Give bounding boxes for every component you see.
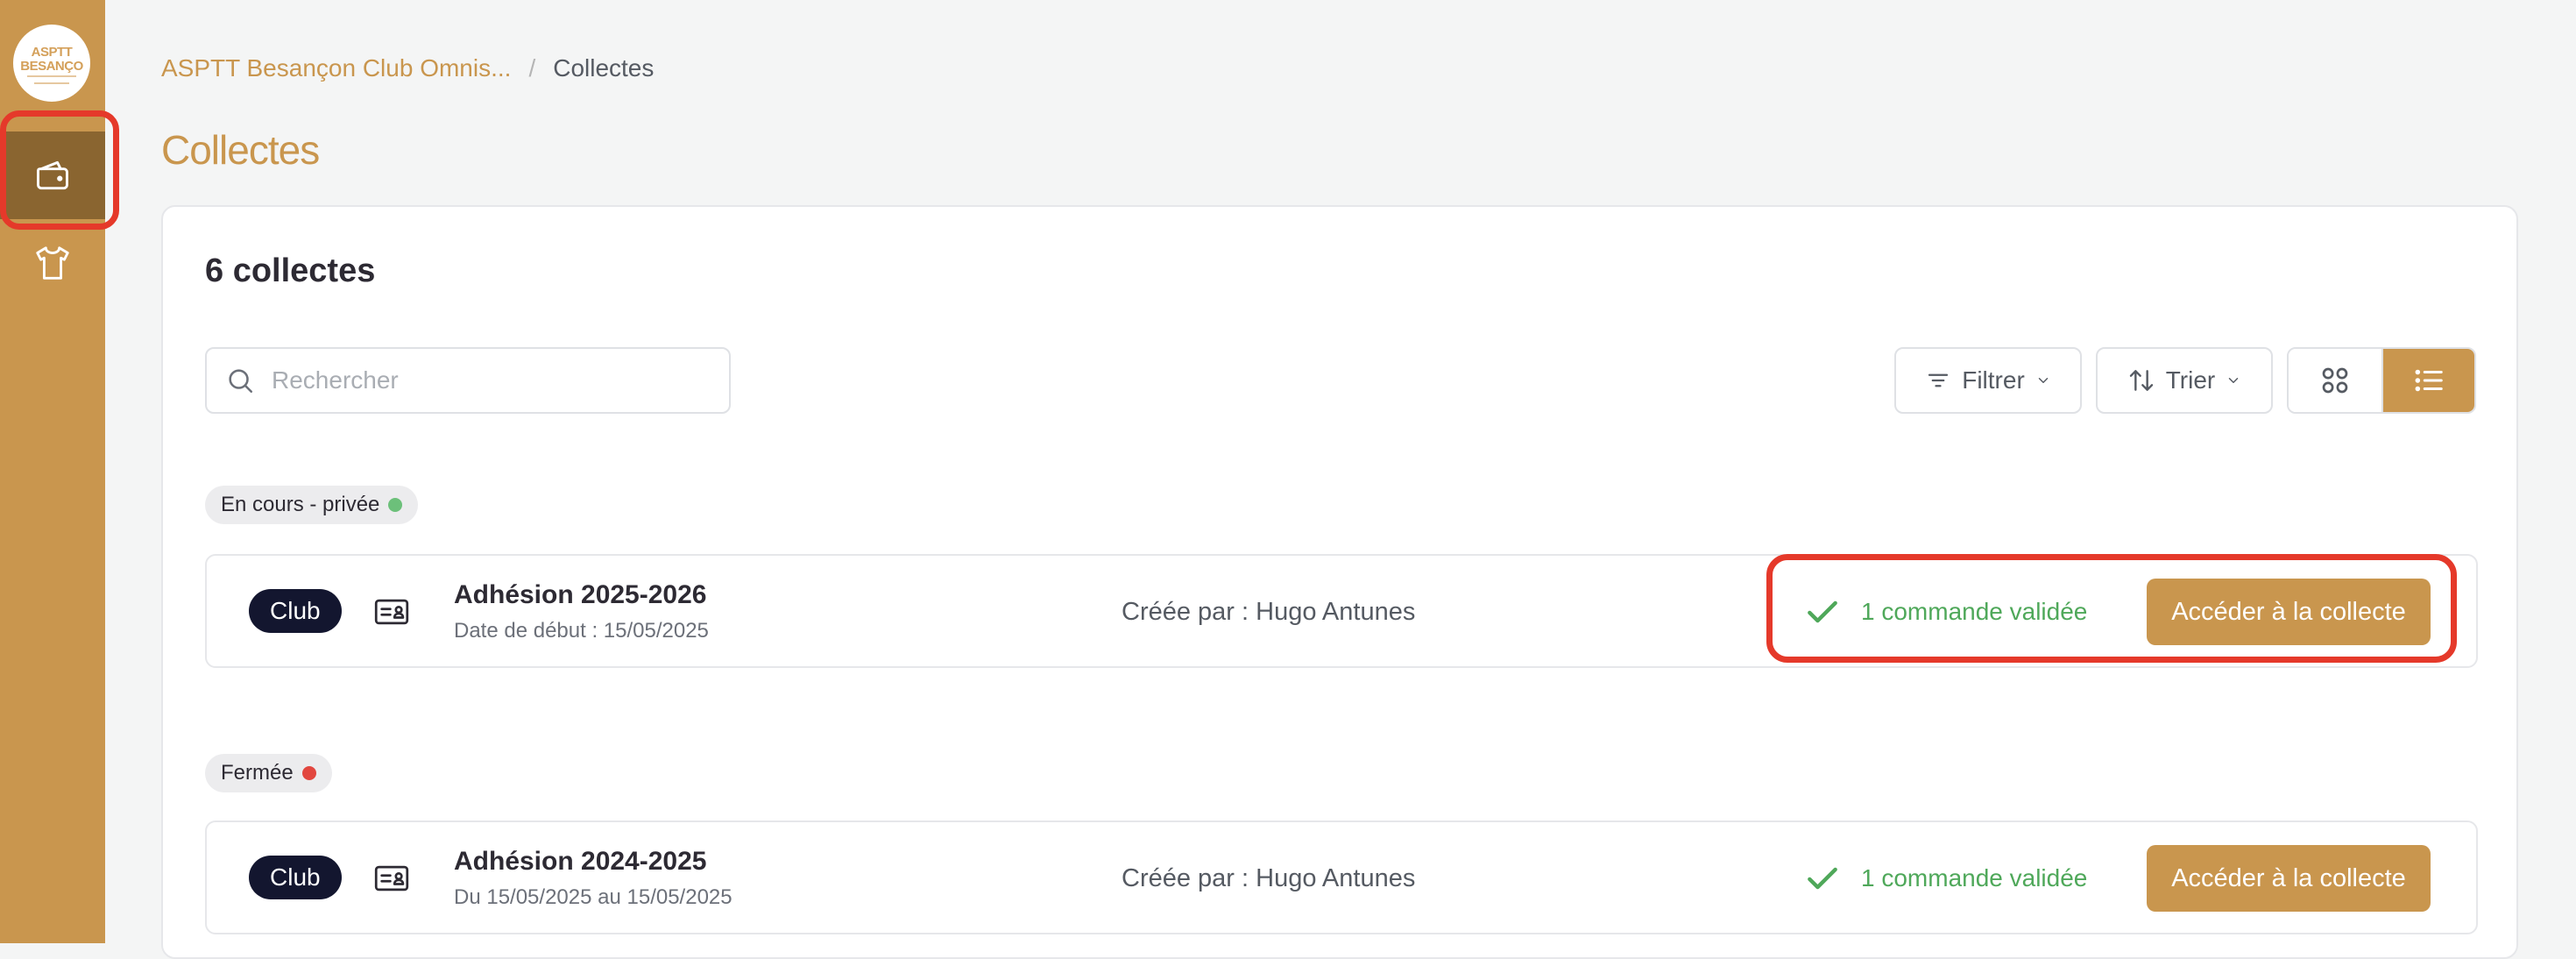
breadcrumb-org-link[interactable]: ASPTT Besançon Club Omnis... xyxy=(161,54,511,82)
status-badge: En cours - privée xyxy=(205,486,419,524)
collecte-tag: Club xyxy=(249,856,342,899)
sidebar-item-boutique[interactable] xyxy=(0,219,105,307)
list-icon xyxy=(2415,369,2443,392)
page-title: Collectes xyxy=(161,127,320,173)
validated-orders: 1 commande validée xyxy=(1803,859,2087,898)
collecte-creator: Créée par : Hugo Antunes xyxy=(1122,864,1416,892)
collecte-date: Du 15/05/2025 au 15/05/2025 xyxy=(454,885,732,909)
filter-label: Filtrer xyxy=(1962,366,2025,394)
search-icon xyxy=(224,365,256,396)
grid-icon xyxy=(2322,367,2348,394)
tshirt-icon xyxy=(36,246,69,280)
validated-orders-label: 1 commande validée xyxy=(1861,864,2088,892)
id-card-icon xyxy=(374,599,409,625)
search-input[interactable] xyxy=(270,366,694,395)
open-collecte-button[interactable]: Accéder à la collecte xyxy=(2147,845,2431,912)
collecte-row[interactable]: Club Adhésion 2024-2025 Du 15/05/2025 au… xyxy=(205,820,2478,934)
logo-decoration xyxy=(27,75,76,77)
chevron-down-icon xyxy=(2229,378,2239,383)
status-badge: Fermée xyxy=(205,754,332,792)
collecte-title: Adhésion 2024-2025 xyxy=(454,847,707,876)
view-toggle xyxy=(2287,347,2476,414)
collecte-title: Adhésion 2025-2026 xyxy=(454,580,707,609)
filter-button[interactable]: Filtrer xyxy=(1894,347,2082,414)
sort-arrows-icon xyxy=(2129,370,2153,391)
highlight-annotation xyxy=(0,110,119,230)
status-dot xyxy=(301,766,316,780)
logo-decoration xyxy=(34,82,69,84)
grid-view-button[interactable] xyxy=(2289,349,2383,412)
collecte-tag: Club xyxy=(249,589,342,633)
collectes-count: 6 collectes xyxy=(205,252,376,289)
list-view-button[interactable] xyxy=(2383,349,2474,412)
highlight-annotation xyxy=(1766,554,2457,663)
club-logo[interactable]: ASPTT BESANÇO xyxy=(13,25,90,102)
search-box[interactable] xyxy=(205,347,731,414)
club-logo-text: ASPTT BESANÇO xyxy=(20,45,83,74)
collecte-creator: Créée par : Hugo Antunes xyxy=(1122,598,1416,626)
collecte-date: Date de début : 15/05/2025 xyxy=(454,619,709,643)
status-label: En cours - privée xyxy=(221,493,380,516)
check-icon xyxy=(1808,867,1837,890)
id-card-icon xyxy=(374,865,409,892)
breadcrumb: ASPTT Besançon Club Omnis... / Collectes xyxy=(161,54,654,82)
sort-label: Trier xyxy=(2165,366,2216,394)
filter-icon xyxy=(1928,373,1949,387)
chevron-down-icon xyxy=(2038,378,2049,383)
breadcrumb-current: Collectes xyxy=(553,54,655,82)
sort-button[interactable]: Trier xyxy=(2096,347,2273,414)
status-dot xyxy=(388,498,403,512)
status-label: Fermée xyxy=(221,761,294,785)
breadcrumb-separator: / xyxy=(528,54,536,82)
